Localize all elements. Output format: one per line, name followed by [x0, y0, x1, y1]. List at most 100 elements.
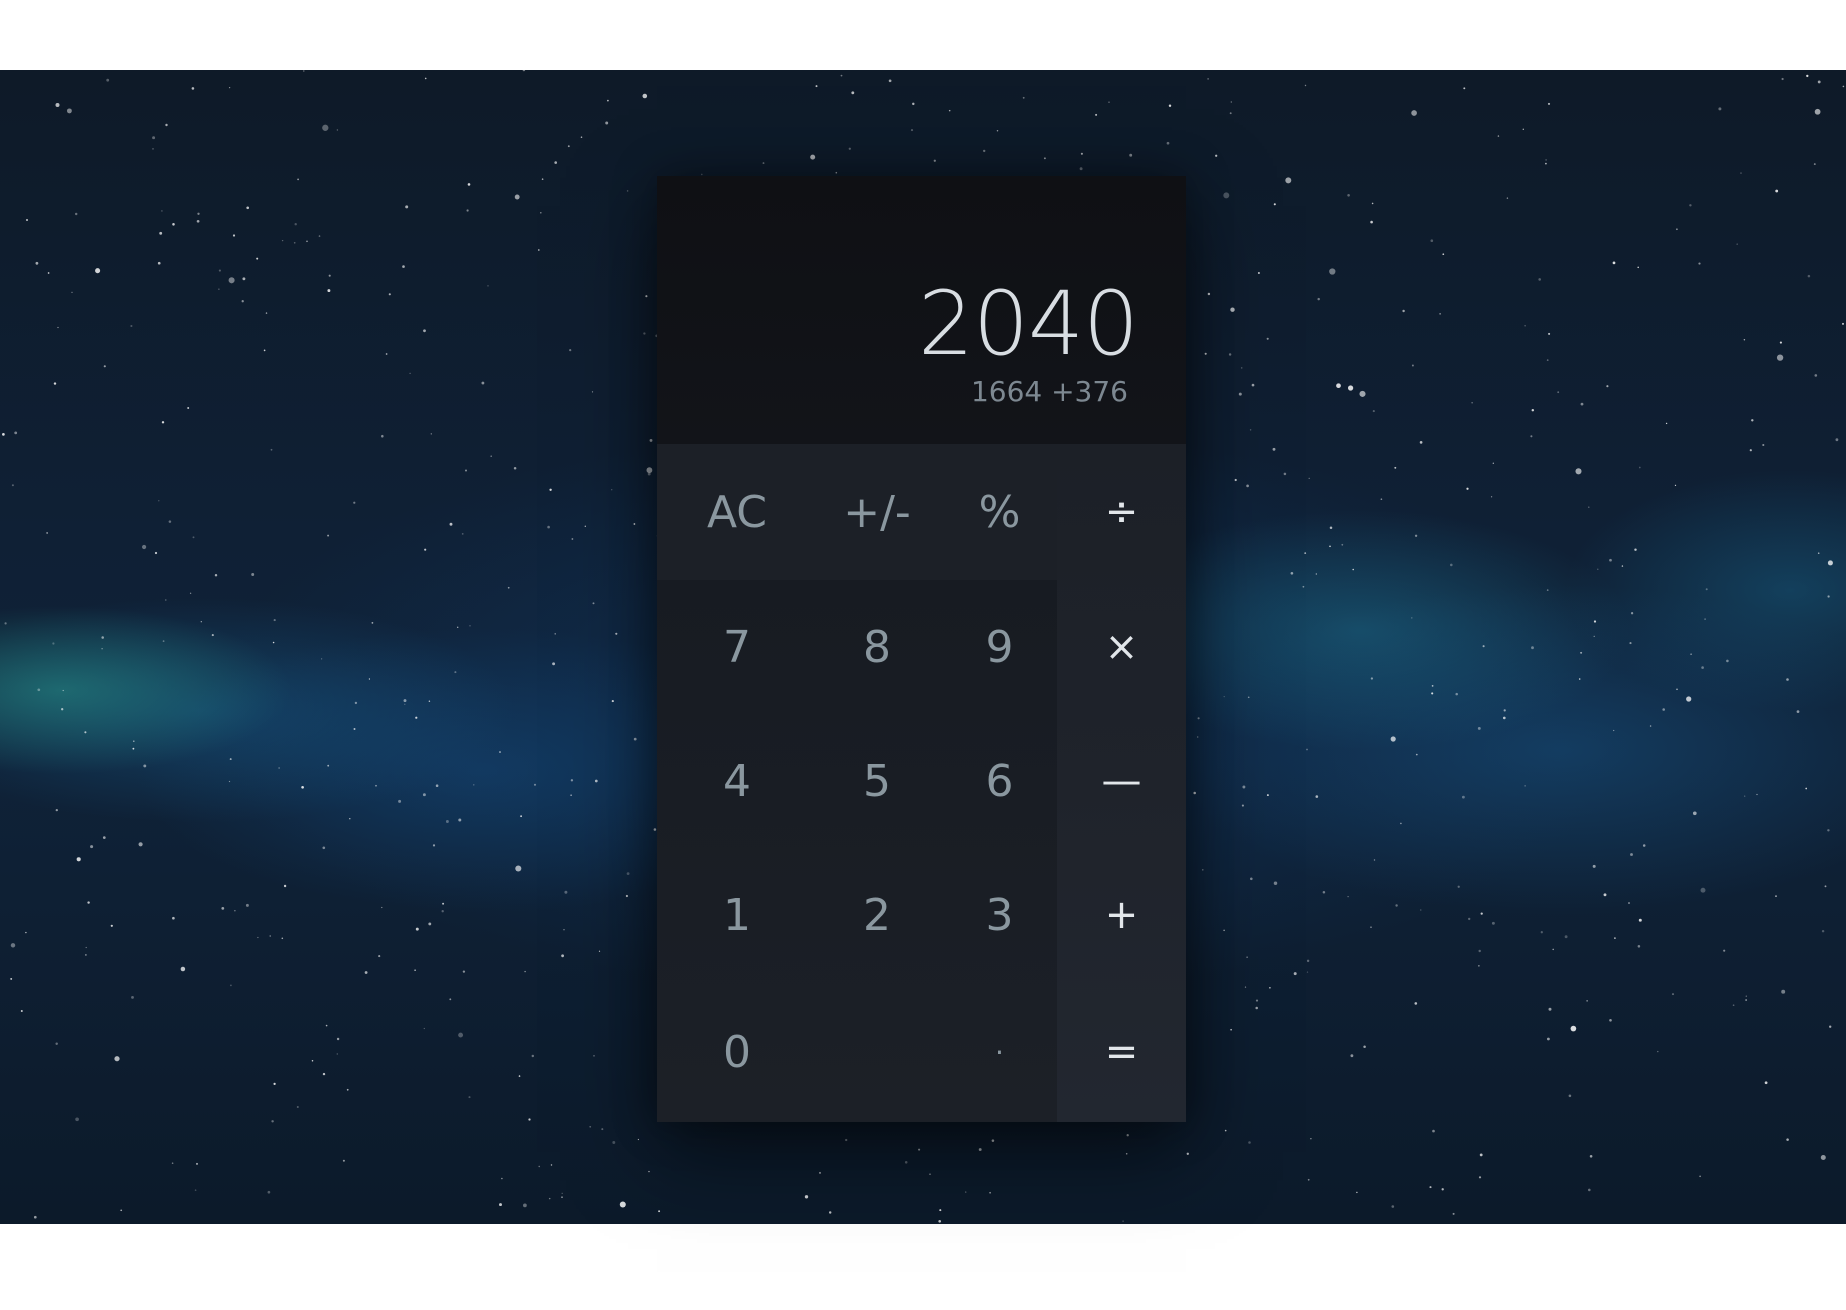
star: [194, 1189, 197, 1191]
star: [1315, 573, 1317, 575]
star: [1341, 543, 1344, 546]
star: [414, 969, 416, 971]
star: [430, 433, 432, 435]
equals-button[interactable]: =: [1057, 982, 1186, 1122]
star: [398, 799, 402, 803]
star: [520, 815, 522, 818]
all-clear-button[interactable]: AC: [677, 444, 797, 580]
star: [354, 701, 358, 705]
star: [840, 74, 843, 77]
divide-button[interactable]: ÷: [1057, 444, 1186, 580]
star: [1745, 999, 1747, 1001]
star: [1593, 635, 1595, 638]
star: [1786, 1138, 1789, 1141]
star: [74, 212, 78, 216]
star: [1477, 726, 1481, 730]
digit-3-button[interactable]: 3: [942, 848, 1057, 982]
star: [364, 971, 368, 974]
star: [1613, 729, 1615, 732]
star: [1531, 408, 1535, 412]
star: [481, 381, 485, 385]
star: [645, 295, 648, 298]
star: [1524, 785, 1526, 787]
star: [270, 448, 273, 451]
digit-8-button[interactable]: 8: [812, 580, 942, 714]
star: [1419, 441, 1423, 444]
star: [25, 218, 29, 222]
star: [154, 551, 158, 555]
star: [1230, 1028, 1232, 1031]
multiply-button[interactable]: ×: [1057, 580, 1186, 714]
star: [1575, 468, 1582, 475]
star: [1827, 829, 1830, 832]
star: [1442, 253, 1445, 256]
star: [1568, 1094, 1572, 1098]
star: [143, 764, 147, 768]
digit-6-button[interactable]: 6: [942, 714, 1057, 848]
star: [269, 935, 271, 937]
star: [1122, 1220, 1124, 1222]
star: [461, 533, 464, 535]
star: [55, 808, 58, 812]
star: [76, 857, 81, 862]
star: [642, 93, 648, 99]
star: [33, 1215, 37, 1219]
digit-4-button[interactable]: 4: [677, 714, 797, 848]
star: [1592, 864, 1596, 868]
star: [61, 708, 64, 711]
star: [1781, 77, 1784, 81]
digit-0-button[interactable]: 0: [677, 982, 797, 1122]
star: [547, 525, 550, 529]
star: [87, 901, 90, 904]
digit-5-button[interactable]: 5: [812, 714, 942, 848]
star: [570, 779, 574, 782]
star: [1394, 466, 1397, 469]
star: [1429, 1186, 1432, 1189]
digit-7-button[interactable]: 7: [677, 580, 797, 714]
star: [1506, 197, 1509, 199]
star: [1244, 986, 1247, 988]
star: [601, 1128, 604, 1131]
star: [1531, 646, 1534, 650]
star: [611, 700, 614, 703]
digit-9-button[interactable]: 9: [942, 580, 1057, 714]
decimal-point-button[interactable]: ·: [942, 982, 1057, 1122]
toggle-sign-button[interactable]: +/-: [812, 444, 942, 580]
star: [637, 1138, 640, 1141]
star: [1273, 203, 1276, 206]
digit-1-button[interactable]: 1: [677, 848, 797, 982]
star: [165, 123, 168, 127]
star: [762, 162, 765, 165]
star: [180, 966, 186, 972]
star: [1363, 1045, 1366, 1048]
star: [571, 538, 574, 540]
star: [580, 136, 583, 138]
star: [1125, 1153, 1128, 1155]
star: [499, 751, 501, 753]
star: [1250, 877, 1253, 881]
star: [200, 621, 202, 623]
star: [1478, 965, 1480, 967]
star: [320, 658, 323, 660]
star: [1547, 102, 1551, 105]
star: [996, 129, 999, 132]
digit-2-button[interactable]: 2: [812, 848, 942, 982]
star: [171, 1162, 174, 1164]
star: [469, 625, 471, 627]
star: [1762, 443, 1765, 447]
star: [368, 678, 371, 680]
star: [918, 1148, 921, 1151]
star: [327, 289, 331, 293]
percent-button[interactable]: %: [942, 444, 1057, 580]
star: [458, 1032, 464, 1038]
add-button[interactable]: +: [1057, 848, 1186, 982]
star: [342, 1159, 345, 1162]
star: [196, 1162, 198, 1165]
star: [11, 484, 14, 487]
star: [1580, 651, 1583, 654]
star: [25, 931, 27, 934]
subtract-button[interactable]: —: [1057, 714, 1186, 848]
star: [528, 1118, 531, 1121]
star: [1690, 653, 1692, 656]
star: [1186, 1152, 1189, 1155]
